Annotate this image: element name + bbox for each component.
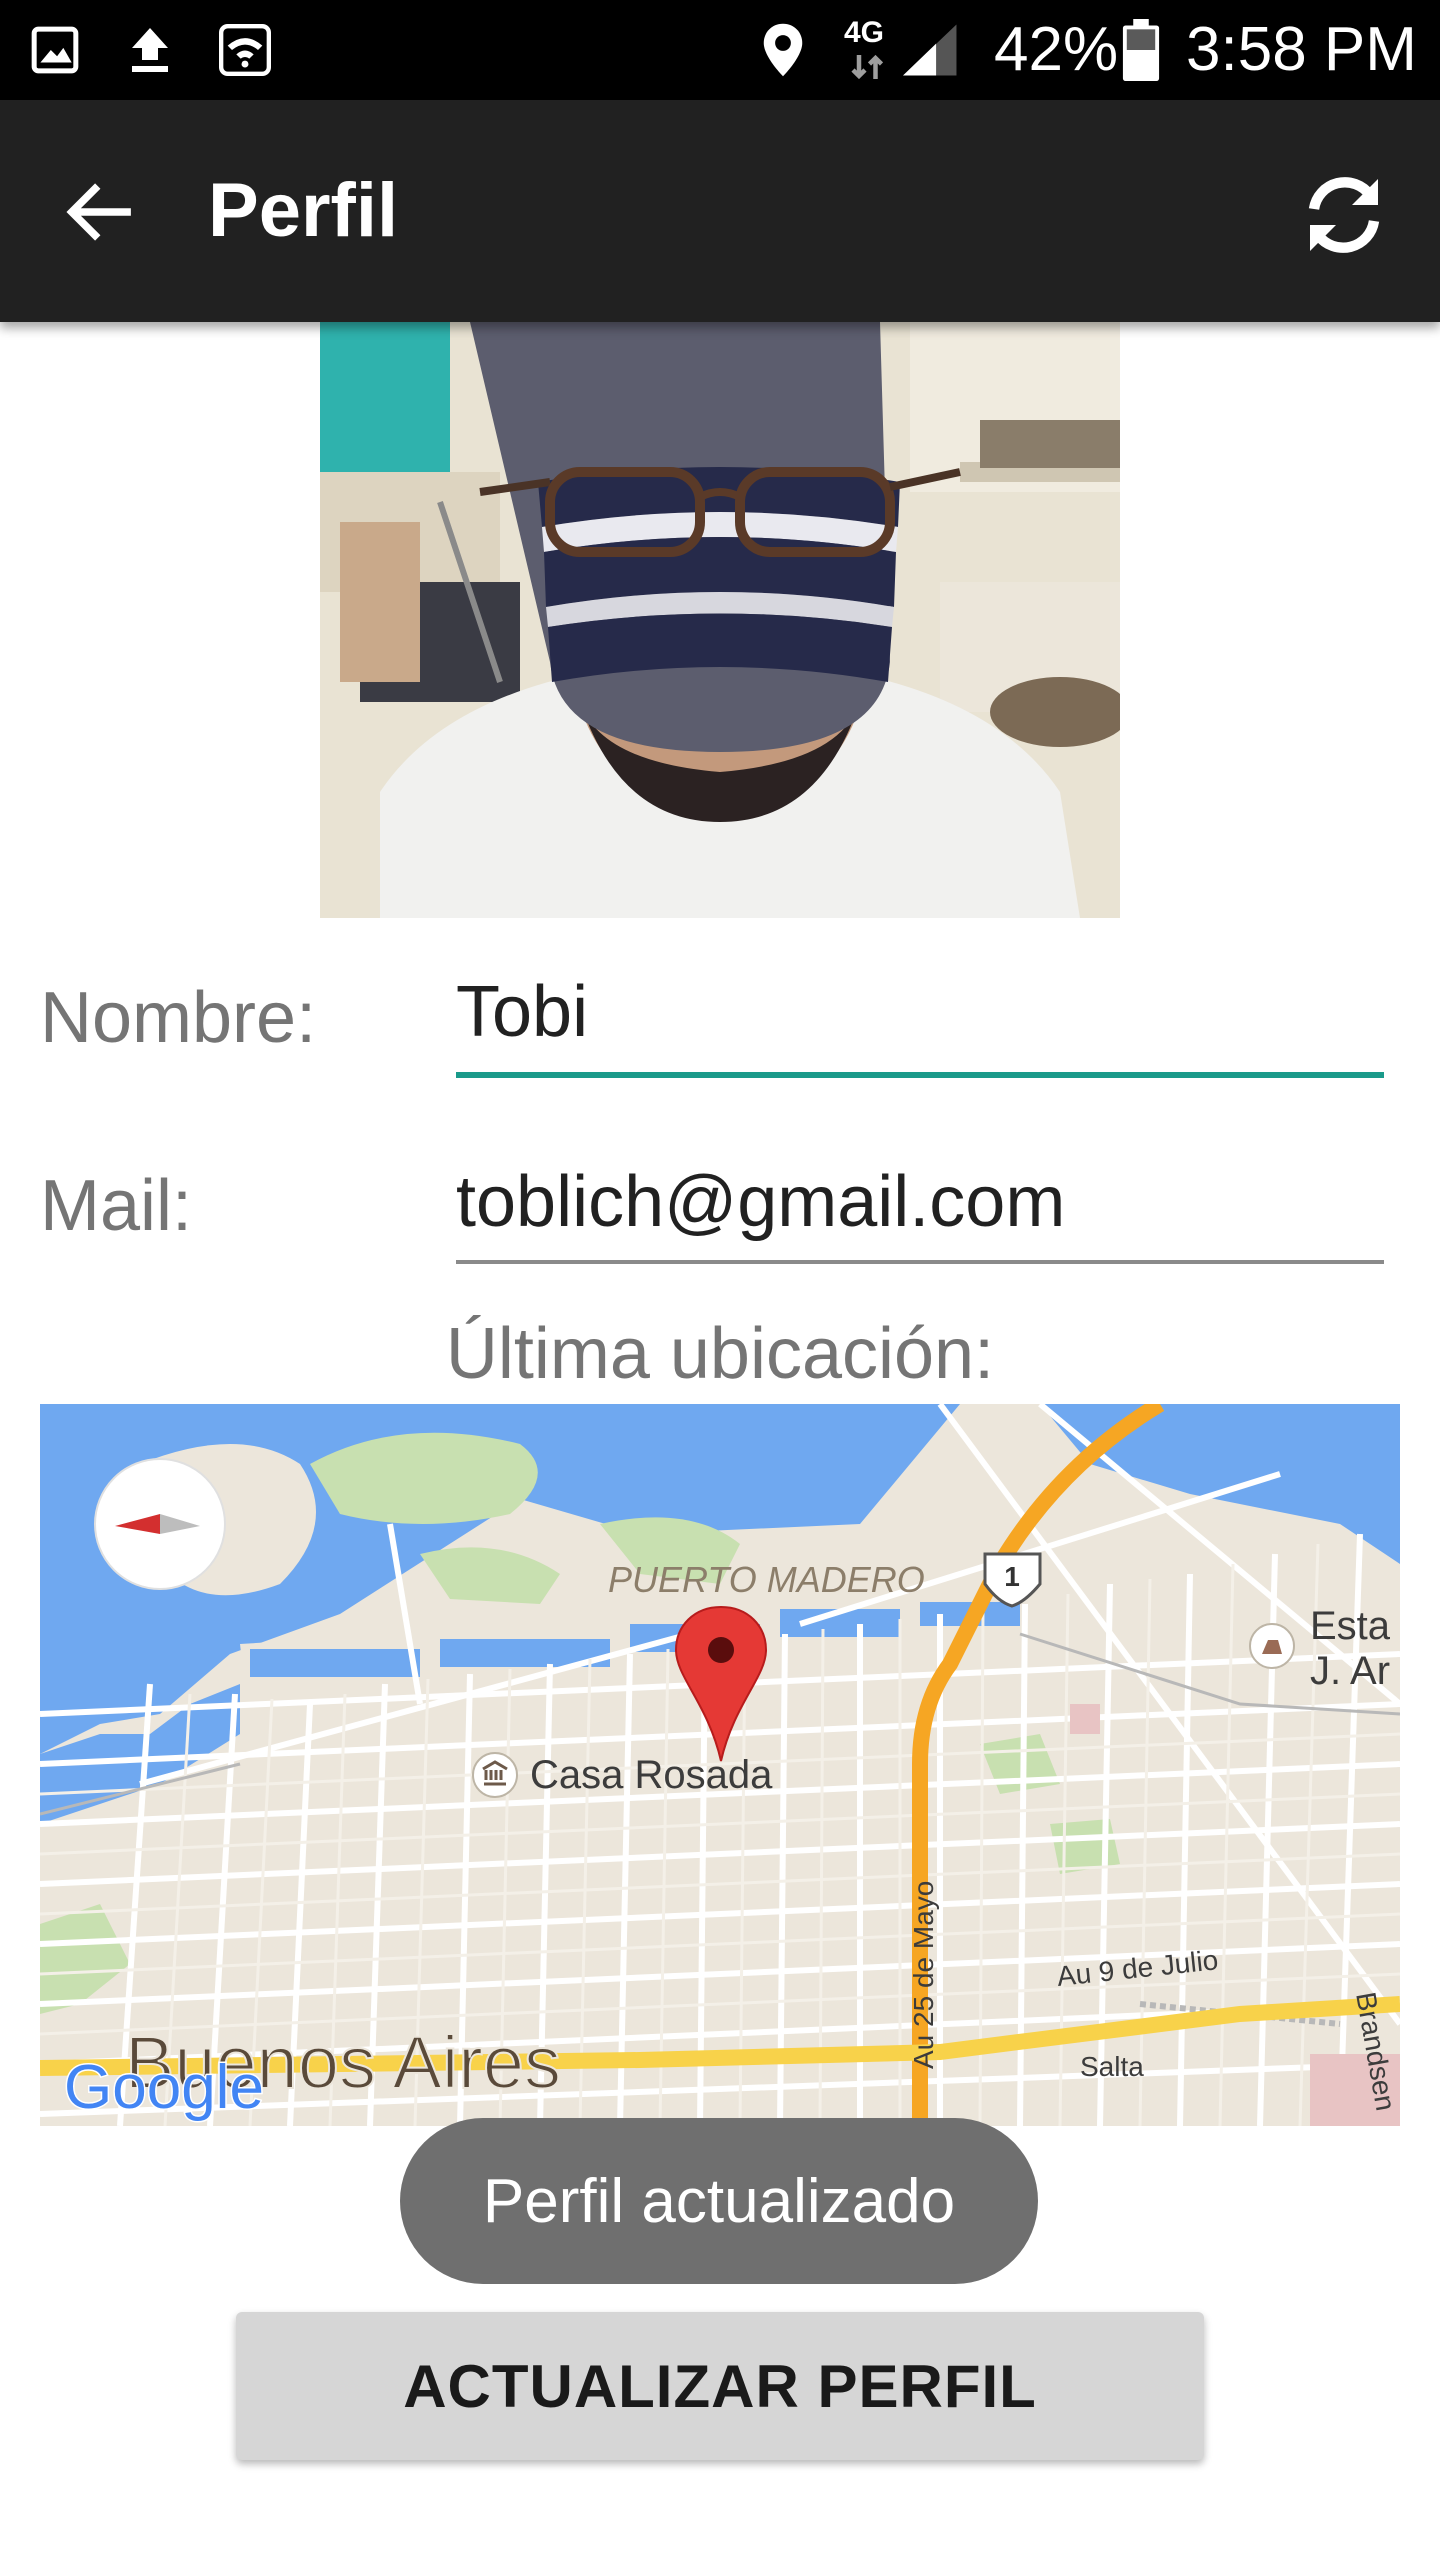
mail-field-underline bbox=[456, 1260, 1384, 1264]
map-label-salta: Salta bbox=[1080, 2051, 1144, 2082]
mail-field[interactable]: toblich@gmail.com bbox=[456, 1160, 1065, 1244]
route-1-label: 1 bbox=[1004, 1561, 1020, 1592]
last-location-label: Última ubicación: bbox=[445, 1314, 995, 1394]
update-profile-button[interactable]: ACTUALIZAR PERFIL bbox=[236, 2312, 1204, 2460]
map-label-station-2: J. Ar bbox=[1310, 1649, 1390, 1693]
name-field[interactable]: Tobi bbox=[456, 970, 588, 1054]
status-bar: 4G 42% 3:58 PM bbox=[0, 0, 1440, 100]
signal-icon bbox=[900, 20, 962, 80]
network-label: 4G bbox=[844, 16, 885, 49]
google-logo: Google bbox=[63, 2052, 266, 2124]
compass-button[interactable] bbox=[94, 1458, 226, 1590]
app-bar: Perfil bbox=[0, 100, 1440, 322]
location-icon bbox=[762, 20, 804, 80]
google-logo-text: Google bbox=[64, 2053, 264, 2122]
gallery-icon bbox=[30, 20, 80, 80]
arrow-back-icon[interactable] bbox=[50, 164, 146, 260]
network-4g-icon: 4G bbox=[844, 16, 894, 86]
toast-message: Perfil actualizado bbox=[400, 2118, 1038, 2284]
location-map[interactable]: 1 PUERTO MADERO Casa Rosada Esta J. Ar A… bbox=[40, 1404, 1400, 2126]
profile-photo[interactable] bbox=[320, 322, 1120, 918]
status-time: 3:58 PM bbox=[1186, 15, 1417, 84]
map-label-puerto-madero: PUERTO MADERO bbox=[608, 1559, 925, 1600]
map-label-casa-rosada: Casa Rosada bbox=[530, 1753, 773, 1797]
wifi-icon bbox=[218, 20, 272, 80]
map-label-au-25-de-mayo: Au 25 de Mayo bbox=[908, 1881, 939, 2069]
map-label-station-1: Esta bbox=[1310, 1604, 1391, 1648]
battery-icon bbox=[1122, 19, 1160, 81]
refresh-icon[interactable] bbox=[1284, 160, 1404, 270]
map-canvas[interactable]: 1 PUERTO MADERO Casa Rosada Esta J. Ar A… bbox=[40, 1404, 1400, 2126]
name-label: Nombre: bbox=[40, 978, 317, 1058]
battery-percent: 42% bbox=[994, 15, 1119, 84]
mail-label: Mail: bbox=[40, 1166, 193, 1246]
name-field-underline bbox=[456, 1072, 1384, 1078]
upload-icon bbox=[126, 20, 174, 80]
page-title: Perfil bbox=[208, 168, 399, 253]
